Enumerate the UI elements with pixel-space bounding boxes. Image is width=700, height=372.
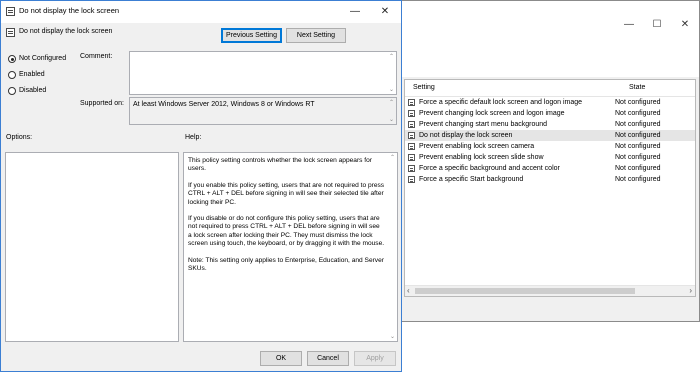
scroll-up-icon[interactable]: ⌃ — [387, 99, 396, 106]
help-panel: This policy setting controls whether the… — [183, 152, 398, 342]
setting-state: Not configured — [615, 132, 661, 139]
setting-name: Prevent enabling lock screen camera — [419, 143, 535, 150]
help-paragraph: If you enable this policy setting, users… — [188, 181, 385, 206]
policy-icon — [6, 7, 15, 16]
setting-icon — [6, 28, 15, 37]
setting-state: Not configured — [615, 165, 661, 172]
help-text: This policy setting controls whether the… — [188, 157, 385, 281]
column-header-setting[interactable]: Setting — [413, 84, 435, 91]
setting-row[interactable]: Do not display the lock screen Not config… — [405, 130, 695, 141]
policy-setting-icon — [408, 132, 415, 139]
dialog-title-bar: Do not display the lock screen — ✕ — [1, 1, 401, 23]
scroll-left-icon[interactable]: ‹ — [407, 286, 410, 296]
supported-on-label: Supported on: — [80, 100, 124, 107]
comment-scrollbar[interactable]: ⌃ ⌄ — [387, 52, 396, 94]
policy-setting-icon — [408, 143, 415, 150]
supported-on-value: At least Windows Server 2012, Windows 8 … — [133, 101, 315, 108]
policy-setting-icon — [408, 110, 415, 117]
setting-name: Do not display the lock screen — [419, 132, 513, 139]
setting-name: Prevent changing lock screen and logon i… — [419, 110, 565, 117]
horizontal-scrollbar[interactable]: ‹ › — [405, 285, 695, 296]
help-paragraph: If you disable or do not configure this … — [188, 215, 385, 248]
bg-minimize-button[interactable]: — — [615, 17, 643, 33]
scroll-down-icon[interactable]: ⌄ — [387, 86, 396, 93]
setting-state: Not configured — [615, 143, 661, 150]
setting-state: Not configured — [615, 110, 661, 117]
setting-name: Prevent changing start menu background — [419, 121, 548, 128]
policy-name: Do not display the lock screen — [19, 28, 113, 35]
setting-row[interactable]: Force a specific default lock screen and… — [405, 97, 695, 108]
setting-name: Force a specific background and accent c… — [419, 165, 560, 172]
ok-button[interactable]: OK — [260, 351, 302, 366]
bg-close-button[interactable]: ✕ — [671, 17, 699, 33]
radio-dot[interactable] — [8, 55, 16, 63]
supported-on-field: At least Windows Server 2012, Windows 8 … — [129, 97, 397, 125]
options-panel — [5, 152, 179, 342]
previous-setting-button[interactable]: Previous Setting — [221, 28, 282, 43]
setting-state: Not configured — [615, 154, 661, 161]
next-setting-button[interactable]: Next Setting — [286, 28, 346, 43]
bg-maximize-button[interactable]: ☐ — [643, 17, 671, 33]
setting-row[interactable]: Prevent changing start menu background No… — [405, 119, 695, 130]
dialog-title: Do not display the lock screen — [19, 6, 120, 15]
radio-dot[interactable] — [8, 87, 16, 95]
setting-row[interactable]: Prevent enabling lock screen slide show N… — [405, 152, 695, 163]
settings-list: Setting State Force a specific default l… — [404, 79, 696, 297]
radio-label: Enabled — [19, 71, 45, 78]
scroll-up-icon[interactable]: ⌃ — [388, 154, 397, 161]
close-button[interactable]: ✕ — [371, 4, 399, 20]
settings-list-header: Setting State — [405, 80, 695, 97]
policy-setting-icon — [408, 165, 415, 172]
setting-row[interactable]: Force a specific Start background Not con… — [405, 174, 695, 185]
help-paragraph: Note: This setting only applies to Enter… — [188, 256, 384, 273]
supported-scrollbar[interactable]: ⌃ ⌄ — [387, 98, 396, 124]
setting-state: Not configured — [615, 176, 661, 183]
policy-dialog: Do not display the lock screen — ✕ Do no… — [0, 0, 402, 372]
radio-label: Disabled — [19, 87, 47, 94]
apply-button[interactable]: Apply — [354, 351, 396, 366]
help-scrollbar[interactable]: ⌃ ⌄ — [388, 153, 397, 341]
column-header-state[interactable]: State — [629, 84, 645, 91]
bg-window-title-bar: — ☐ ✕ — [396, 1, 699, 77]
radio-dot[interactable] — [8, 71, 16, 79]
scroll-down-icon[interactable]: ⌄ — [387, 116, 396, 123]
setting-name: Force a specific default lock screen and… — [419, 99, 583, 106]
help-label: Help: — [185, 134, 202, 141]
policy-setting-icon — [408, 121, 415, 128]
setting-state: Not configured — [615, 99, 661, 106]
setting-name: Force a specific Start background — [419, 176, 524, 183]
comment-label: Comment: — [80, 53, 113, 60]
scrollbar-thumb[interactable] — [415, 288, 635, 294]
minimize-button[interactable]: — — [341, 4, 369, 20]
group-policy-editor-window: — ☐ ✕ Setting State Force a specific def… — [395, 0, 700, 322]
scroll-down-icon[interactable]: ⌄ — [388, 333, 397, 340]
help-paragraph: This policy setting controls whether the… — [188, 157, 372, 173]
setting-row[interactable]: Prevent changing lock screen and logon i… — [405, 108, 695, 119]
setting-state: Not configured — [615, 121, 661, 128]
comment-textarea[interactable]: ⌃ ⌄ — [129, 51, 397, 95]
policy-setting-icon — [408, 176, 415, 183]
setting-name: Prevent enabling lock screen slide show — [419, 154, 544, 161]
scroll-up-icon[interactable]: ⌃ — [387, 53, 396, 60]
policy-setting-icon — [408, 154, 415, 161]
policy-setting-icon — [408, 99, 415, 106]
scroll-right-icon[interactable]: › — [689, 286, 692, 296]
options-label: Options: — [6, 134, 33, 141]
radio-label: Not Configured — [19, 55, 67, 62]
setting-row[interactable]: Force a specific background and accent c… — [405, 163, 695, 174]
setting-row[interactable]: Prevent enabling lock screen camera Not c… — [405, 141, 695, 152]
cancel-button[interactable]: Cancel — [307, 351, 349, 366]
